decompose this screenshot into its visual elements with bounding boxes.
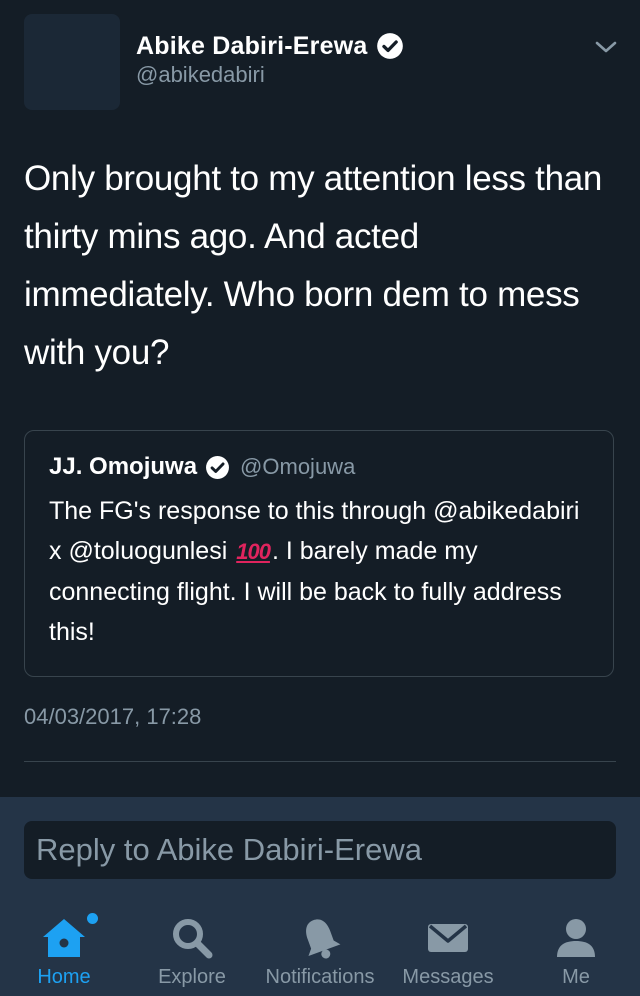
quoted-tweet-header: JJ. Omojuwa @Omojuwa — [49, 451, 355, 483]
hundred-points-emoji-icon: 100 — [236, 539, 271, 564]
tweet-timestamp: 04/03/2017, 17:28 — [24, 704, 202, 729]
avatar[interactable] — [24, 14, 120, 110]
tab-bar: Home Explore Notifications Messages Me — [0, 901, 640, 996]
home-icon — [43, 919, 85, 957]
search-icon — [173, 919, 213, 959]
tab-notifications-label: Notifications — [265, 966, 375, 988]
person-icon — [557, 919, 595, 957]
divider — [24, 761, 616, 762]
notification-dot — [87, 913, 98, 924]
chevron-down-icon[interactable] — [594, 38, 618, 56]
author-name-row: Abike Dabiri-Erewa — [136, 28, 404, 64]
verified-badge-icon — [377, 33, 404, 59]
envelope-icon — [428, 924, 468, 952]
verified-badge-icon — [206, 455, 230, 479]
author-name[interactable]: Abike Dabiri-Erewa — [136, 32, 367, 61]
tab-me[interactable]: Me — [512, 901, 640, 996]
tab-explore[interactable]: Explore — [128, 901, 256, 996]
quoted-tweet-text: The FG's response to this through @abike… — [49, 491, 589, 652]
quoted-author-name: JJ. Omojuwa — [49, 453, 198, 480]
quoted-author-handle: @Omojuwa — [240, 454, 356, 479]
tweet-text: Only brought to my attention less than t… — [24, 159, 603, 372]
quoted-tweet-card[interactable]: JJ. Omojuwa @Omojuwa The FG's response t… — [24, 430, 614, 677]
tab-explore-label: Explore — [158, 966, 226, 988]
tab-home-label: Home — [37, 966, 91, 988]
reply-bar — [0, 797, 640, 901]
tab-notifications[interactable]: Notifications — [256, 901, 384, 996]
tab-home[interactable]: Home — [0, 901, 128, 996]
bell-icon — [306, 919, 341, 959]
reply-input[interactable] — [24, 821, 616, 879]
tweet-detail-screen: Abike Dabiri-Erewa @abikedabiri Only bro… — [0, 0, 640, 996]
tab-messages[interactable]: Messages — [384, 901, 512, 996]
author-handle[interactable]: @abikedabiri — [136, 62, 265, 88]
tab-me-label: Me — [562, 966, 590, 988]
tab-messages-label: Messages — [402, 966, 494, 988]
